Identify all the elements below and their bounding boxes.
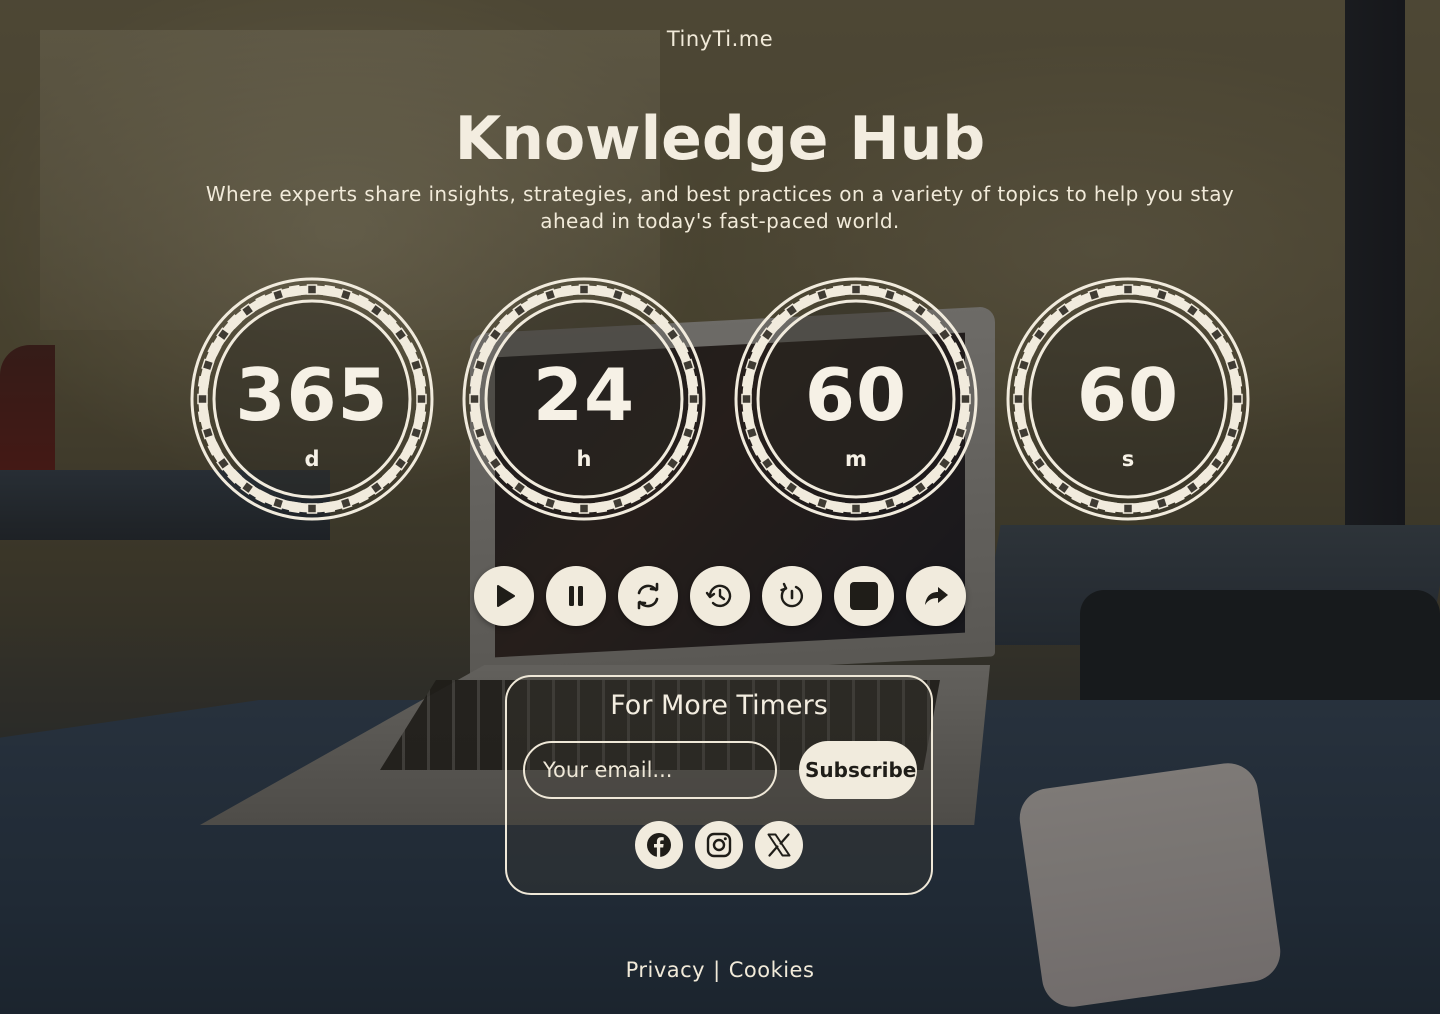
history-button[interactable]	[690, 566, 750, 626]
hours-value: 24	[532, 353, 636, 437]
reset-button[interactable]	[762, 566, 822, 626]
brand-link[interactable]: TinyTi.me	[0, 27, 1440, 51]
pause-icon	[569, 586, 583, 606]
email-input[interactable]	[523, 741, 777, 799]
days-value: 365	[235, 353, 389, 437]
share-icon	[925, 587, 948, 605]
minutes-dial: 60 m	[734, 277, 978, 521]
restart-button[interactable]	[618, 566, 678, 626]
minutes-value: 60	[804, 353, 908, 437]
hours-dial: 24 h	[462, 277, 706, 521]
hours-unit: h	[576, 447, 592, 471]
instagram-icon	[706, 832, 732, 858]
seconds-unit: s	[1121, 447, 1135, 471]
stop-icon	[850, 582, 878, 610]
minutes-unit: m	[845, 447, 867, 471]
instagram-link[interactable]	[695, 821, 743, 869]
stop-button[interactable]	[834, 566, 894, 626]
days-unit: d	[304, 447, 320, 471]
subscribe-title: For More Timers	[610, 690, 828, 721]
facebook-icon	[647, 833, 671, 857]
x-link[interactable]	[755, 821, 803, 869]
history-icon	[705, 584, 732, 608]
footer: Privacy | Cookies	[0, 958, 1440, 982]
subscribe-button[interactable]: Subscribe	[799, 741, 917, 799]
seconds-dial: 60 s	[1006, 277, 1250, 521]
play-icon	[497, 585, 515, 607]
reset-icon	[780, 582, 804, 608]
timer-controls	[474, 566, 966, 626]
social-links	[507, 821, 931, 869]
seconds-value: 60	[1076, 353, 1180, 437]
x-icon	[767, 833, 791, 857]
days-dial: 365 d	[190, 277, 434, 521]
cookies-link[interactable]: Cookies	[729, 958, 815, 982]
refresh-icon	[637, 582, 659, 610]
footer-separator: |	[713, 958, 721, 982]
privacy-link[interactable]: Privacy	[626, 958, 706, 982]
page-title: Knowledge Hub	[454, 104, 986, 174]
facebook-link[interactable]	[635, 821, 683, 869]
subscribe-card: For More Timers Subscribe	[505, 675, 933, 895]
page-subtitle: Where experts share insights, strategies…	[205, 182, 1235, 233]
play-button[interactable]	[474, 566, 534, 626]
share-button[interactable]	[906, 566, 966, 626]
pause-button[interactable]	[546, 566, 606, 626]
